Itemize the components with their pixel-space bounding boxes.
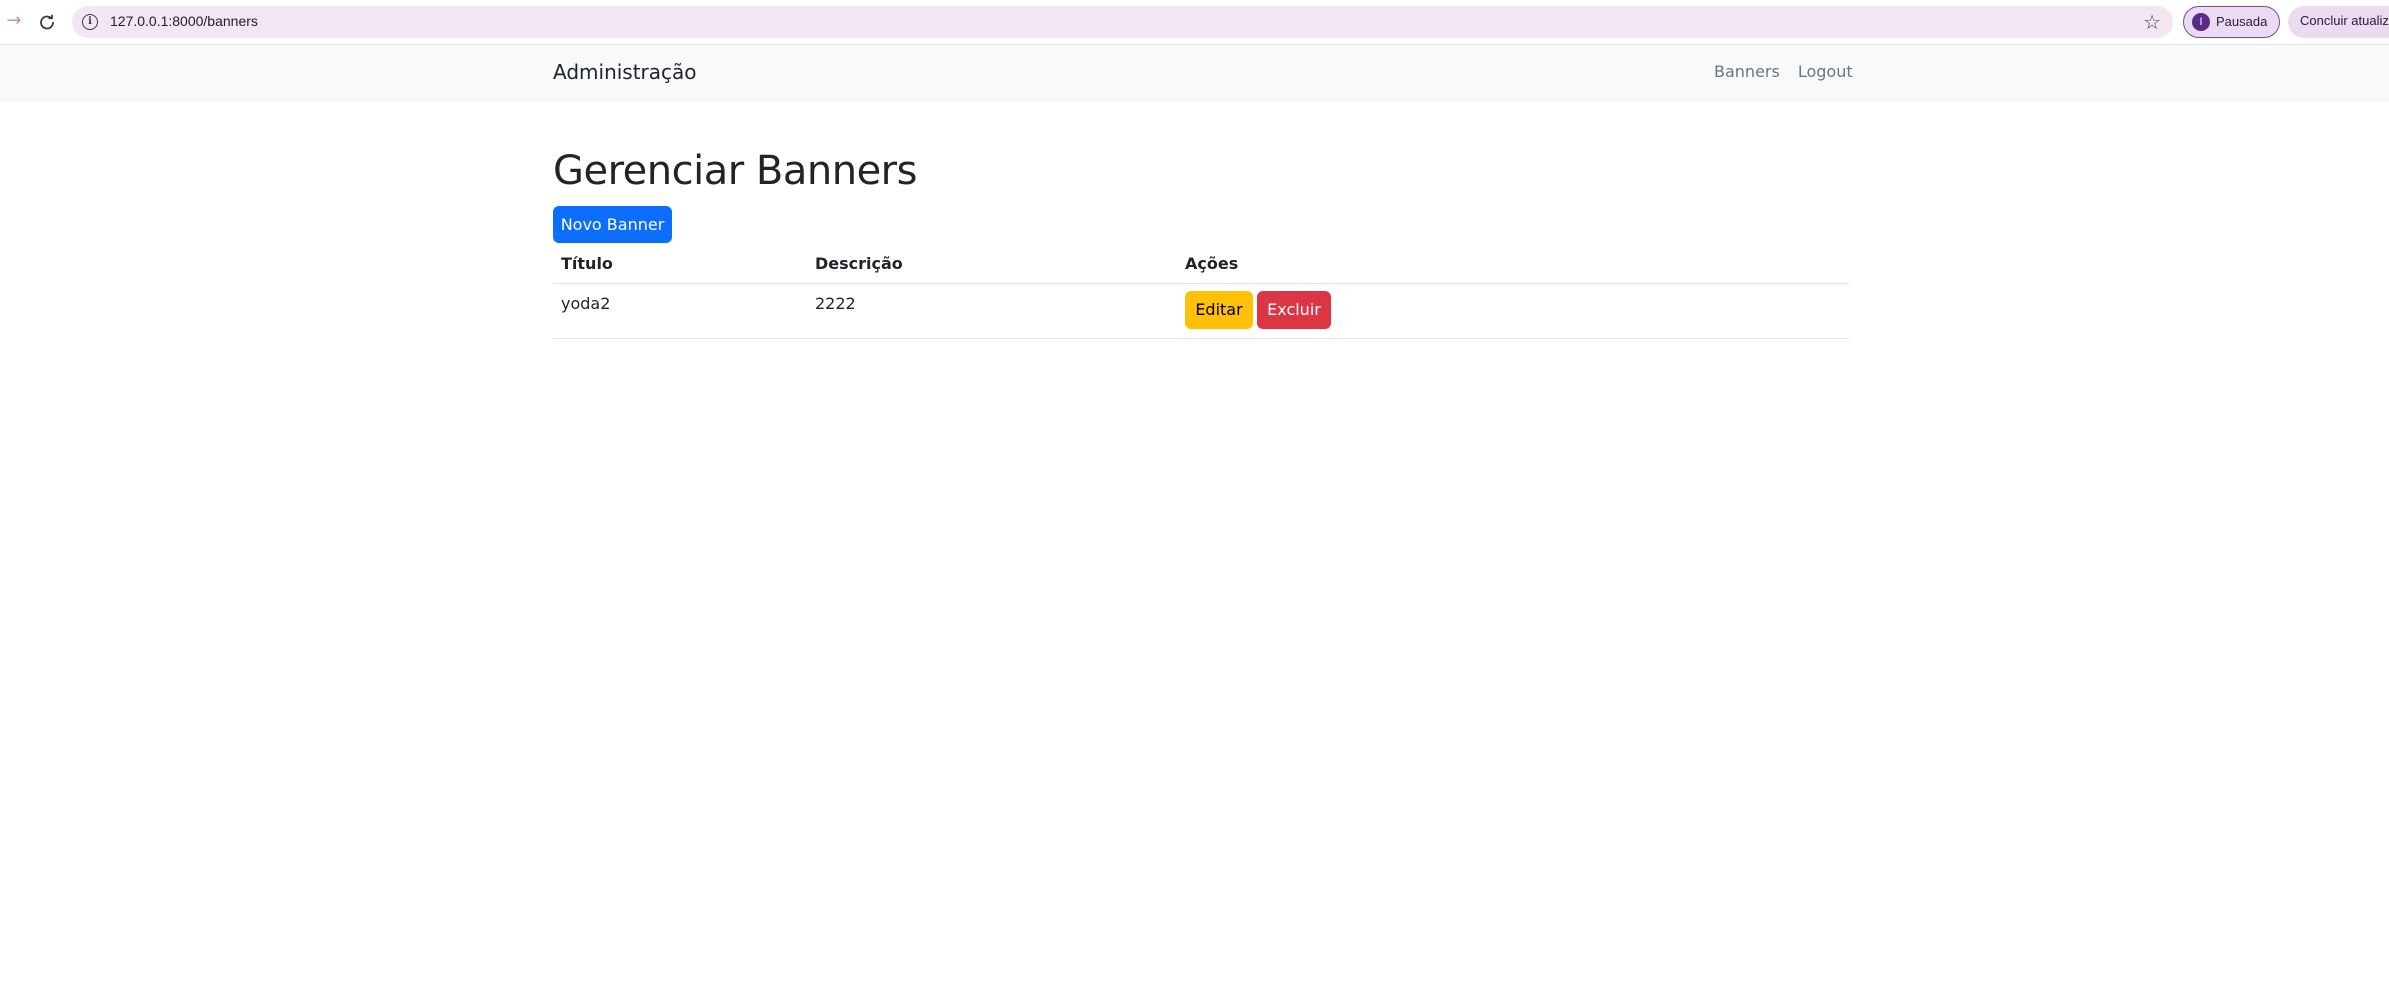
header-titulo: Título — [561, 254, 613, 273]
header-descricao: Descrição — [815, 254, 903, 273]
update-button[interactable]: Concluir atualização — [2288, 6, 2389, 38]
page-title: Gerenciar Banners — [553, 148, 917, 194]
nav-link-banners[interactable]: Banners — [1714, 62, 1780, 81]
address-bar[interactable]: i 127.0.0.1:8000/banners ☆ — [72, 6, 2173, 38]
navbar-links: Banners Logout — [1714, 62, 1853, 81]
delete-button[interactable]: Excluir — [1257, 291, 1331, 329]
table-row: yoda2 2222 Editar Excluir — [553, 284, 1849, 339]
url-text[interactable]: 127.0.0.1:8000/banners — [110, 13, 258, 29]
reload-icon[interactable] — [36, 11, 58, 33]
profile-button[interactable]: I Pausada — [2183, 6, 2280, 38]
cell-descricao: 2222 — [815, 294, 856, 313]
banners-table: Título Descrição Ações yoda2 2222 Editar… — [553, 246, 1849, 339]
profile-label: Pausada — [2216, 14, 2268, 29]
avatar: I — [2192, 13, 2210, 31]
bookmark-star-icon[interactable]: ☆ — [2143, 10, 2161, 34]
header-acoes: Ações — [1185, 254, 1239, 273]
update-label: Concluir atualização — [2300, 13, 2389, 28]
edit-button[interactable]: Editar — [1185, 291, 1253, 329]
app-navbar: Administração Banners Logout — [0, 45, 2389, 102]
nav-link-logout[interactable]: Logout — [1798, 62, 1853, 81]
forward-arrow-icon[interactable]: → — [4, 11, 24, 31]
site-info-icon[interactable]: i — [82, 14, 98, 30]
cell-titulo: yoda2 — [561, 294, 611, 313]
navbar-brand[interactable]: Administração — [553, 60, 697, 84]
new-banner-button[interactable]: Novo Banner — [553, 206, 672, 243]
browser-toolbar: → i 127.0.0.1:8000/banners ☆ I Pausada C… — [0, 0, 2389, 44]
table-header-row: Título Descrição Ações — [553, 246, 1849, 284]
